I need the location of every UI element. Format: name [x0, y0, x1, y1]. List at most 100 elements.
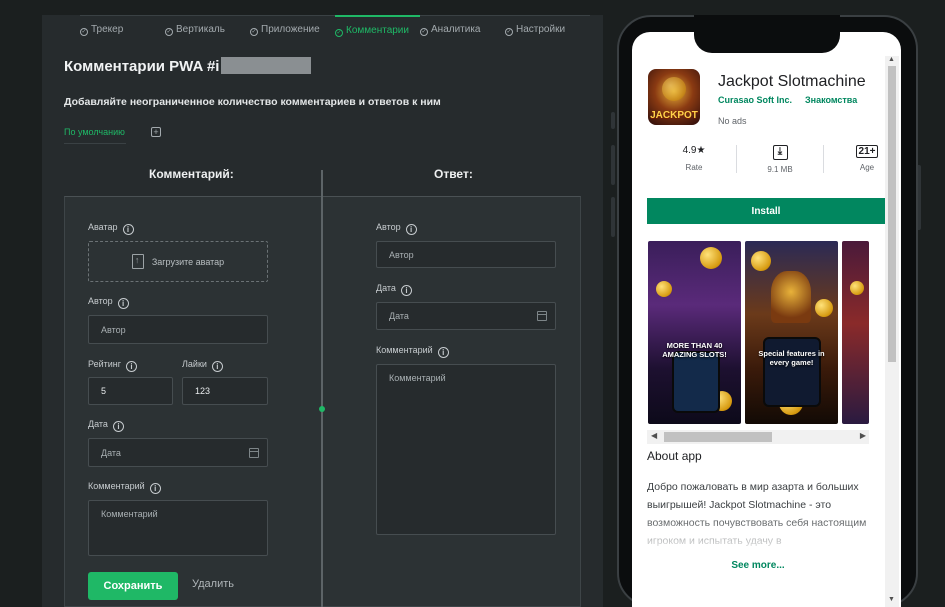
tab-label: Комментарии: [346, 25, 409, 36]
tab-comments[interactable]: ✓ Комментарии: [335, 15, 420, 43]
label-text: Дата: [376, 283, 396, 293]
info-icon[interactable]: i: [112, 421, 124, 432]
screenshots-scrollbar[interactable]: ◀ ▶: [647, 430, 869, 444]
screenshot-3[interactable]: [842, 241, 869, 424]
info-icon[interactable]: i: [117, 298, 129, 309]
label-text: Автор: [376, 222, 401, 232]
scroll-up-arrow-icon[interactable]: ▲: [888, 56, 895, 63]
screenshot-2[interactable]: Special features in every game!: [745, 241, 838, 424]
coin-graphic: [850, 281, 864, 295]
app-name: Jackpot Slotmachine: [718, 73, 866, 90]
stat-divider: [823, 145, 824, 173]
tab-analytics[interactable]: ✓ Аналитика: [420, 15, 505, 43]
comment-label: Комментарий i: [88, 481, 161, 494]
size-stat: ⤓ 9.1 MB: [754, 145, 806, 174]
app-icon-text: JACKPOT: [650, 110, 698, 121]
likes-input[interactable]: 123: [182, 377, 268, 405]
avatar-label: Аватар i: [88, 222, 134, 235]
date-placeholder: Дата: [389, 311, 409, 321]
calendar-icon[interactable]: [537, 311, 547, 321]
label-text: Комментарий: [88, 481, 145, 491]
tab-tracker[interactable]: ✓ Трекер: [80, 15, 165, 43]
info-icon[interactable]: i: [126, 361, 138, 372]
rating-input[interactable]: 5: [88, 377, 173, 405]
rating-value: 4.9★: [682, 145, 706, 156]
character-graphic: [771, 271, 811, 323]
tab-settings[interactable]: ✓ Настройки: [505, 15, 590, 43]
column-divider: [321, 170, 323, 607]
scroll-right-arrow-icon[interactable]: ▶: [860, 431, 866, 440]
screenshot-1[interactable]: MORE THAN 40 AMAZING SLOTS!: [648, 241, 741, 424]
redacted-id: [221, 57, 312, 74]
info-icon[interactable]: i: [211, 361, 223, 372]
label-text: Аватар: [88, 222, 118, 232]
info-icon[interactable]: i: [437, 347, 449, 358]
preview-scrollbar[interactable]: ▲ ▼: [885, 56, 899, 607]
tab-label: Аналитика: [431, 24, 481, 35]
comment-textarea[interactable]: Комментарий: [88, 500, 268, 556]
description-fade: [647, 514, 869, 554]
reply-author-input[interactable]: Автор: [376, 241, 556, 268]
coin-graphic: [815, 299, 833, 317]
ads-note: No ads: [718, 116, 747, 126]
check-circle-icon: ✓: [80, 28, 88, 36]
tab-vertical[interactable]: ✓ Вертикаль: [165, 15, 250, 43]
save-button[interactable]: Сохранить: [88, 572, 178, 600]
tab-label: Трекер: [91, 24, 124, 35]
divider-handle[interactable]: [319, 406, 325, 412]
comment-column-heading: Комментарий:: [149, 167, 234, 181]
delete-button[interactable]: Удалить: [192, 578, 234, 590]
phone-screen: JACKPOT Jackpot Slotmachine Curasao Soft…: [632, 32, 901, 607]
screenshot-caption: MORE THAN 40 AMAZING SLOTS!: [662, 341, 727, 359]
coin-graphic: [700, 247, 722, 269]
scroll-down-arrow-icon[interactable]: ▼: [888, 596, 895, 603]
author-input[interactable]: Автор: [88, 315, 268, 344]
reply-author-label: Автор i: [376, 222, 417, 235]
avatar-upload-dropzone[interactable]: Загрузите аватар: [88, 241, 268, 282]
coin-graphic: [662, 77, 686, 101]
install-button[interactable]: Install: [647, 198, 885, 224]
reply-date-label: Дата i: [376, 283, 412, 296]
info-icon[interactable]: i: [405, 224, 417, 235]
scrollbar-thumb[interactable]: [664, 432, 772, 442]
tab-application[interactable]: ✓ Приложение: [250, 15, 335, 43]
check-circle-icon: ✓: [335, 29, 343, 37]
page-title: Комментарии PWA #i: [64, 57, 312, 75]
rating-label: Rate: [685, 163, 703, 172]
label-text: Лайки: [182, 359, 207, 369]
page-title-text: Комментарии PWA #i: [64, 58, 220, 75]
coin-graphic: [656, 281, 672, 297]
calendar-icon[interactable]: [249, 447, 259, 458]
download-icon: ⤓: [772, 145, 788, 160]
reply-comment-textarea[interactable]: Комментарий: [376, 364, 556, 535]
info-icon[interactable]: i: [400, 285, 412, 296]
info-icon[interactable]: i: [122, 224, 134, 235]
label-text: Дата: [88, 419, 108, 429]
rating-stat: 4.9★ Rate: [669, 145, 719, 172]
tab-label: Приложение: [261, 24, 320, 35]
upload-file-icon: [131, 254, 144, 269]
date-picker[interactable]: Дата: [88, 438, 268, 467]
page-subtitle: Добавляйте неограниченное количество ком…: [64, 96, 441, 108]
reply-column-heading: Ответ:: [434, 167, 473, 181]
label-text: Рейтинг: [88, 359, 122, 369]
screenshot-caption: Special features in every game!: [758, 349, 825, 367]
scroll-left-arrow-icon[interactable]: ◀: [651, 431, 657, 440]
tab-default-language[interactable]: По умолчанию: [64, 127, 126, 144]
check-circle-icon: ✓: [250, 28, 258, 36]
scrollbar-thumb[interactable]: [888, 66, 896, 362]
age-rating-badge: 21+: [855, 145, 879, 158]
see-more-link[interactable]: See more...: [632, 560, 884, 571]
category-link[interactable]: Знакомства: [805, 95, 857, 105]
add-tab-button[interactable]: +: [151, 127, 161, 137]
rating-label: Рейтинг i: [88, 359, 138, 372]
developer-link[interactable]: Curasao Soft Inc.: [718, 95, 792, 105]
date-label: Дата i: [88, 419, 124, 432]
phone-mockup-graphic: [672, 351, 720, 413]
check-circle-icon: ✓: [420, 28, 428, 36]
info-icon[interactable]: i: [149, 483, 161, 494]
label-text: Комментарий: [376, 345, 433, 355]
about-app-heading: About app: [647, 449, 702, 463]
tab-label: Настройки: [516, 24, 566, 35]
reply-date-picker[interactable]: Дата: [376, 302, 556, 330]
